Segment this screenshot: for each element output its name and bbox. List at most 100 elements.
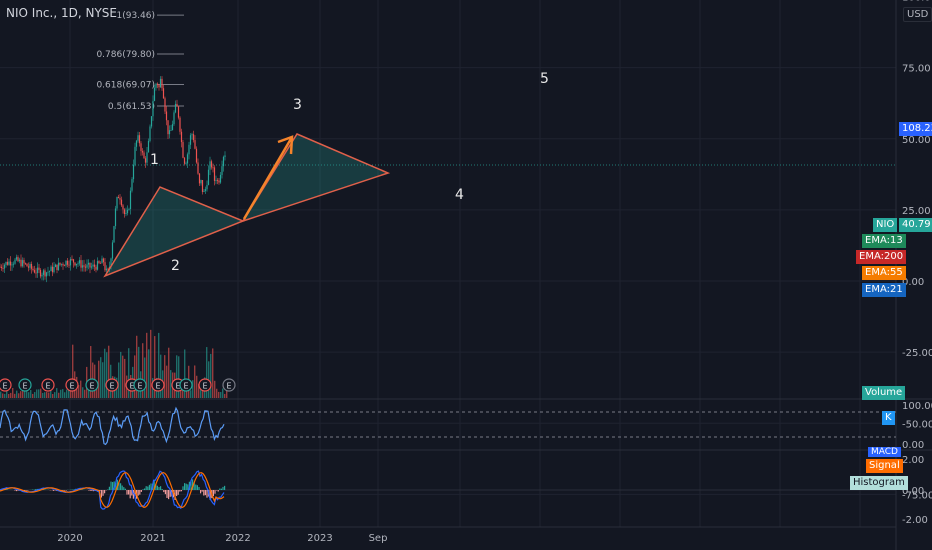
histogram-bar — [198, 487, 200, 490]
signal-tag: Signal — [866, 459, 903, 473]
candle-body — [114, 208, 117, 227]
candle-body — [143, 152, 145, 159]
volume-bar — [38, 389, 40, 398]
histogram-bar — [195, 484, 197, 490]
histogram-bar — [220, 488, 222, 490]
price-axis-labels[interactable]: 175.00150.00125.00100.0075.0050.0025.000… — [902, 0, 932, 501]
candle-body — [62, 263, 64, 266]
volume-bar — [62, 389, 64, 398]
candle-body — [117, 197, 120, 199]
price-axis-label: 100.00 — [902, 0, 932, 4]
candle-body — [92, 264, 94, 267]
candle-body — [77, 263, 79, 265]
candle-body — [6, 261, 9, 265]
histogram-bar — [214, 490, 216, 494]
histogram-bar — [147, 486, 149, 490]
candle-body — [24, 263, 27, 265]
candle-body — [39, 269, 42, 277]
histogram-bar — [54, 490, 56, 491]
volume-bar — [150, 329, 152, 398]
candle-body — [224, 155, 226, 157]
histogram-bar — [222, 486, 224, 490]
wave-label-5: 5 — [540, 71, 549, 87]
candle-body — [197, 162, 199, 174]
price-axis-label: 25.00 — [902, 206, 931, 217]
price-axis-label: 50.00 — [902, 135, 931, 146]
histogram-bar — [168, 490, 170, 500]
volume-bar — [24, 390, 26, 398]
candle-body — [170, 130, 172, 131]
histogram-bar — [52, 490, 54, 491]
candle-body — [98, 261, 100, 263]
histogram-bar — [212, 490, 214, 497]
currency-button[interactable]: USD — [903, 7, 932, 22]
histogram-bar — [65, 490, 67, 491]
histogram-bar — [219, 488, 221, 490]
candle-body — [99, 262, 102, 264]
histogram-bar — [201, 490, 203, 492]
candle-body — [50, 266, 52, 272]
histogram-bar — [203, 490, 205, 496]
time-axis-labels[interactable]: 2020 2021 2022 2023 Sep — [57, 533, 387, 544]
volume-bar — [52, 393, 54, 398]
candle-body — [207, 169, 210, 185]
candle-body — [132, 164, 135, 180]
ema55-tag: EMA:55 — [862, 266, 906, 280]
chart-canvas[interactable]: EEEEEEEEEEEEE 1.618(132.93)1.236(108.53)… — [0, 0, 932, 550]
histogram-bar — [142, 489, 144, 490]
candle-body — [27, 266, 30, 268]
candle-body — [201, 180, 204, 192]
wave-label-3: 3 — [293, 97, 302, 113]
candle-body — [72, 259, 75, 263]
candle-body — [18, 259, 21, 262]
volume-bar — [214, 380, 216, 398]
candle-body — [101, 258, 103, 264]
horizontal-line-price-tag: 108.23 — [899, 122, 932, 136]
histogram-bar — [16, 490, 18, 492]
ema13-tag: EMA:13 — [862, 234, 906, 248]
candle-body — [20, 259, 22, 267]
histogram-bar — [140, 490, 142, 492]
volume-bar — [210, 353, 212, 398]
volume-bar — [66, 389, 68, 398]
histogram-bar — [108, 486, 110, 490]
volume-bar — [40, 388, 42, 398]
candle-body — [176, 103, 178, 107]
wave-label-2: 2 — [171, 258, 180, 274]
k-line — [0, 406, 225, 446]
volume-bar — [148, 349, 150, 398]
volume-bar — [98, 360, 100, 398]
candle-body — [84, 266, 87, 268]
symbol-title[interactable]: NIO Inc., 1D, NYSE — [6, 6, 117, 20]
histogram-bar — [126, 490, 128, 495]
volume-bar — [22, 391, 24, 398]
candle-body — [54, 264, 57, 267]
histogram-bar — [204, 490, 206, 496]
k-axis-label-0: 0.00 — [902, 440, 924, 451]
candle-body — [128, 209, 130, 210]
candle-body — [9, 261, 12, 266]
candle-body — [150, 116, 153, 127]
candle-body — [131, 179, 133, 191]
earnings-markers[interactable]: EEEEEEEEEEEEE — [0, 378, 236, 392]
candle-body — [216, 180, 219, 181]
candle-body — [69, 259, 72, 266]
candle-body — [8, 261, 10, 265]
histogram-bar — [158, 487, 160, 490]
candle-body — [129, 190, 132, 210]
volume-bar — [120, 351, 122, 398]
histogram-tag: Histogram — [850, 476, 908, 490]
candle-body — [195, 148, 198, 163]
volume-bar — [82, 387, 84, 398]
candle-body — [81, 265, 84, 268]
histogram-bar — [14, 490, 16, 491]
candle-body — [138, 135, 141, 144]
candle-body — [158, 85, 160, 88]
histogram-bar — [217, 490, 219, 492]
volume-bar — [16, 390, 18, 398]
triangle-pattern-2[interactable] — [241, 133, 391, 223]
candle-body — [120, 199, 123, 206]
candle-body — [60, 263, 63, 265]
volume-bar — [222, 388, 224, 398]
candle-body — [3, 264, 6, 269]
